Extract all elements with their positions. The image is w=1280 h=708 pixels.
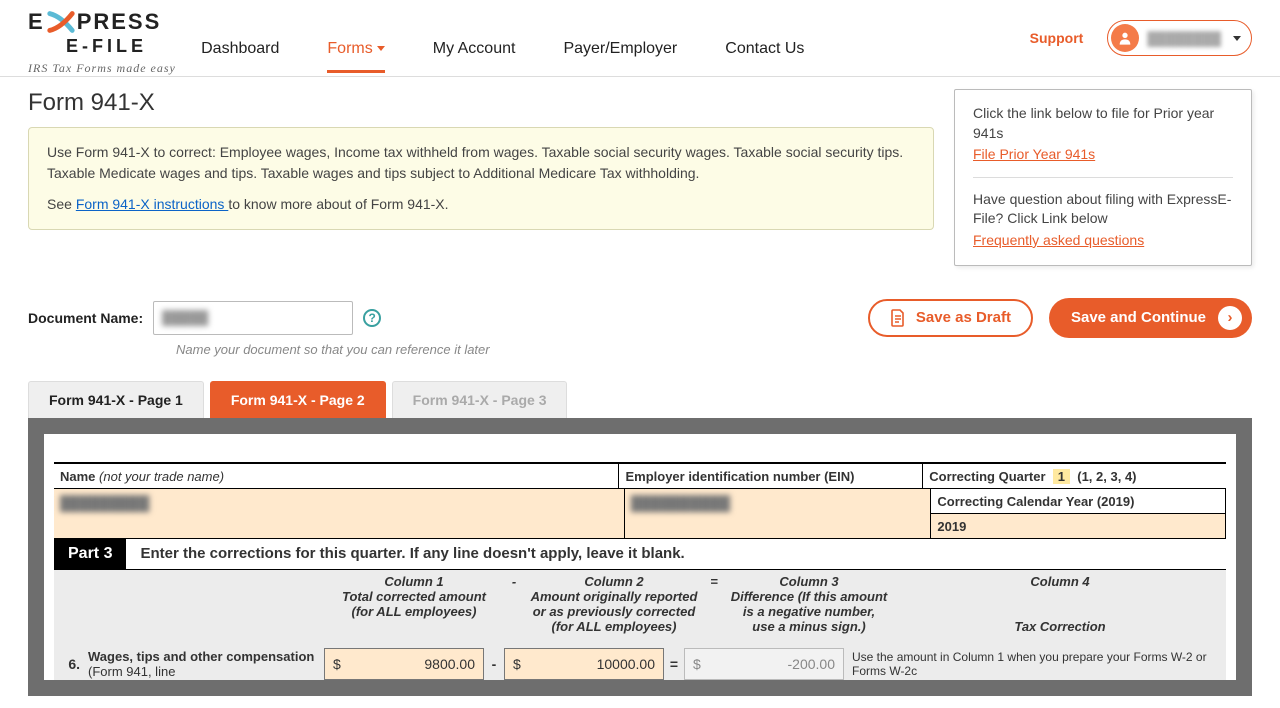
col1-sub: Total corrected amount (for ALL employee… [330,589,498,619]
quarter-header: Correcting Quarter 1 (1, 2, 3, 4) [929,469,1136,484]
faq-link[interactable]: Frequently asked questions [973,231,1144,251]
line6-note: Use the amount in Column 1 when you prep… [844,650,1226,678]
page-title: Form 941-X [28,89,934,117]
logo[interactable]: E PRESS E-FILE IRS Tax Forms made easy [28,8,176,76]
document-icon [890,309,906,327]
line6-col3-value: $-200.00 [684,648,844,680]
info-box: Use Form 941-X to correct: Employee wage… [28,127,934,230]
support-link[interactable]: Support [1030,30,1084,46]
main-nav: Dashboard Forms My Account Payer/Employe… [201,8,804,73]
instructions-link[interactable]: Form 941-X instructions [76,196,229,212]
line-label: Wages, tips and other compensation (Form… [88,649,324,679]
col3-header: Column 3 [730,574,888,589]
divider [973,177,1233,178]
doc-name-hint: Name your document so that you can refer… [176,342,1252,357]
side-text-1: Click the link below to file for Prior y… [973,104,1233,143]
name-value: █████████ [60,495,149,511]
col4-header: Column 4 [900,574,1220,589]
part-badge: Part 3 [54,539,126,569]
nav-payer[interactable]: Payer/Employer [563,40,677,73]
ein-header: Employer identification number (EIN) [625,469,854,484]
col1-header: Column 1 [330,574,498,589]
info-text-2: See Form 941-X instructions to know more… [47,194,915,215]
doc-name-input[interactable]: █████ [153,301,353,335]
col4-sub: Tax Correction [900,619,1220,634]
line6-col2-input[interactable]: $10000.00 [504,648,664,680]
save-continue-button[interactable]: Save and Continue › [1049,298,1252,338]
tab-page-3[interactable]: Form 941-X - Page 3 [392,381,568,418]
arrow-right-icon: › [1218,306,1242,330]
app-header: E PRESS E-FILE IRS Tax Forms made easy D… [0,0,1280,77]
line6-col1-input[interactable]: $9800.00 [324,648,484,680]
nav-contact[interactable]: Contact Us [725,40,804,73]
info-text-1: Use Form 941-X to correct: Employee wage… [47,142,915,184]
year-header: Correcting Calendar Year (2019) [937,494,1134,509]
prior-year-link[interactable]: File Prior Year 941s [973,145,1095,165]
col2-sub: Amount originally reported or as previou… [530,589,698,634]
avatar-icon [1111,24,1139,52]
nav-dashboard[interactable]: Dashboard [201,40,279,73]
logo-x-icon [47,8,75,36]
nav-account[interactable]: My Account [433,40,516,73]
chevron-down-icon [377,46,385,51]
line-number: 6. [54,656,88,672]
logo-tagline: IRS Tax Forms made easy [28,61,176,76]
form-container: Name (not your trade name) Employer iden… [28,418,1252,696]
chevron-down-icon [1233,36,1241,41]
nav-forms[interactable]: Forms [327,40,384,73]
side-text-2: Have question about filing with ExpressE… [973,190,1233,229]
col3-sub: Difference (If this amount is a negative… [730,589,888,634]
year-value: 2019 [937,519,966,534]
part-instruction: Enter the corrections for this quarter. … [126,539,698,568]
save-draft-button[interactable]: Save as Draft [868,299,1033,337]
line-6: 6. Wages, tips and other compensation (F… [54,638,1226,680]
help-icon[interactable]: ? [363,309,381,327]
name-header: Name (not your trade name) [60,469,224,484]
tab-page-2[interactable]: Form 941-X - Page 2 [210,381,386,418]
user-name: ████████ [1147,31,1221,46]
form-tabs: Form 941-X - Page 1 Form 941-X - Page 2 … [28,381,1252,418]
ein-value: ██████████ [631,495,730,511]
doc-name-label: Document Name: [28,310,143,326]
tab-page-1[interactable]: Form 941-X - Page 1 [28,381,204,418]
side-box: Click the link below to file for Prior y… [954,89,1252,266]
col2-header: Column 2 [530,574,698,589]
user-menu[interactable]: ████████ [1107,20,1252,56]
